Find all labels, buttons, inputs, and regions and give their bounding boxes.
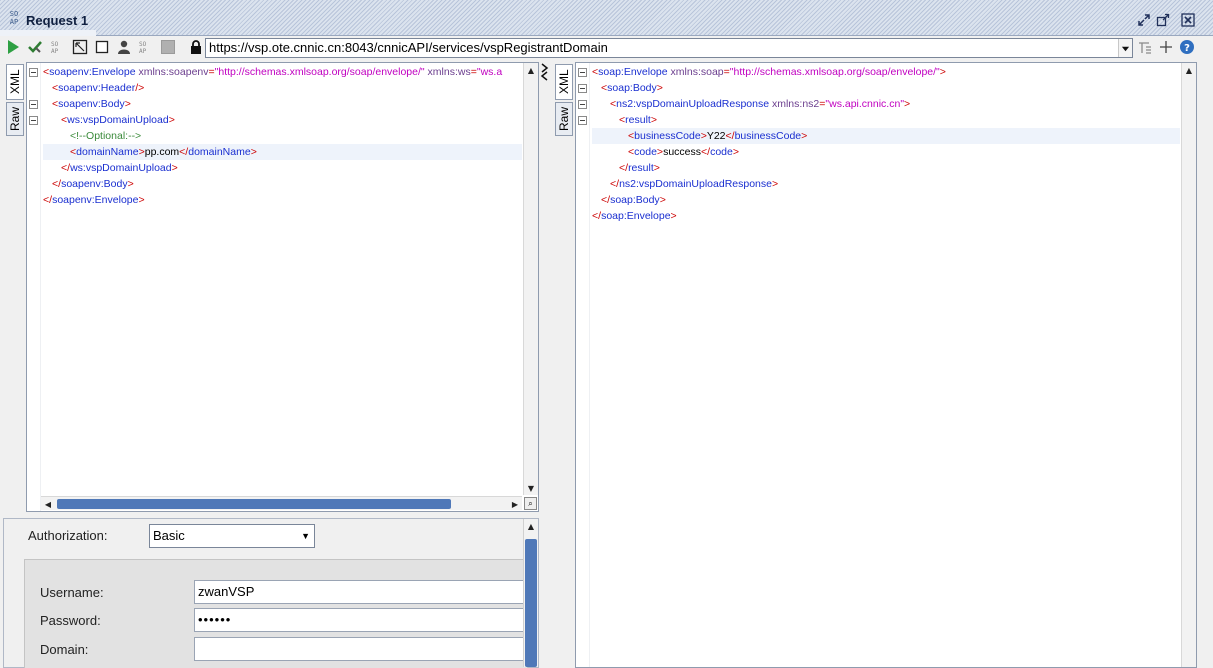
- authorization-select[interactable]: Basic ▼: [149, 524, 315, 548]
- help-icon[interactable]: ?: [1179, 39, 1195, 55]
- request-xml-line: <!--Optional:-->: [70, 130, 142, 142]
- password-field[interactable]: ••••••: [194, 608, 530, 632]
- svg-text:AP: AP: [51, 48, 59, 55]
- chevron-down-icon: ▼: [301, 531, 310, 541]
- auth-panel: Authorization: Basic ▼ Username: zwanVSP…: [3, 518, 539, 668]
- maximize-icon[interactable]: [1155, 12, 1171, 28]
- endpoint-url-text: https://vsp.ote.cnnic.cn:8043/cnnicAPI/s…: [209, 40, 608, 55]
- request-gutter: [27, 63, 41, 511]
- authorization-label: Authorization:: [28, 528, 108, 543]
- response-xml-line: </soap:Envelope>: [592, 210, 677, 222]
- scroll-down-icon[interactable]: ▼: [524, 481, 538, 495]
- window-title: Request 1: [26, 13, 89, 28]
- fold-toggle-icon[interactable]: [578, 100, 587, 109]
- splitter[interactable]: [540, 60, 550, 668]
- restore-icon[interactable]: [1136, 12, 1152, 28]
- response-vertical-scrollbar[interactable]: ▲: [1181, 63, 1196, 667]
- zoom-icon[interactable]: ⌕: [524, 497, 537, 510]
- request-xml-line: <domainName>pp.com</domainName>: [43, 144, 522, 160]
- fold-toggle-icon[interactable]: [578, 116, 587, 125]
- scroll-thumb[interactable]: [57, 499, 451, 509]
- username-field[interactable]: zwanVSP: [194, 580, 530, 604]
- request-horizontal-scrollbar[interactable]: ◀ ▶: [41, 496, 522, 510]
- lock-icon: [188, 39, 204, 55]
- request-xml-line: <soapenv:Envelope xmlns:soapenv="http://…: [43, 66, 503, 78]
- close-icon[interactable]: [1180, 12, 1196, 28]
- request-editor[interactable]: <soapenv:Envelope xmlns:soapenv="http://…: [26, 62, 539, 512]
- endpoint-url-field[interactable]: https://vsp.ote.cnnic.cn:8043/cnnicAPI/s…: [205, 38, 1133, 58]
- request-xml-content[interactable]: <soapenv:Envelope xmlns:soapenv="http://…: [43, 64, 522, 208]
- svg-text:SO: SO: [51, 41, 59, 48]
- request-xml-line: </soapenv:Envelope>: [43, 194, 145, 206]
- fold-toggle-icon[interactable]: [29, 100, 38, 109]
- scroll-up-icon[interactable]: ▲: [524, 519, 538, 533]
- response-xml-line: <soap:Envelope xmlns:soap="http://schema…: [592, 66, 946, 78]
- endpoint-icon[interactable]: SO AP: [50, 39, 66, 55]
- user-icon[interactable]: [116, 39, 132, 55]
- request-xml-line: <soapenv:Header/>: [52, 82, 145, 94]
- wss-icon[interactable]: SO AP: [138, 39, 154, 55]
- scroll-left-icon[interactable]: ◀: [41, 497, 55, 511]
- response-editor[interactable]: <soap:Envelope xmlns:soap="http://schema…: [575, 62, 1197, 668]
- credentials-box: Username: zwanVSP Password: •••••• Domai…: [24, 559, 530, 668]
- response-xml-line: </ns2:vspDomainUploadResponse>: [610, 178, 779, 190]
- username-label: Username:: [40, 585, 104, 600]
- scroll-thumb[interactable]: [525, 539, 537, 667]
- domain-field[interactable]: [194, 637, 530, 661]
- collapse-arrows-icon: [540, 63, 549, 81]
- response-xml-line: <businessCode>Y22</businessCode>: [592, 128, 1180, 144]
- add-icon[interactable]: [1158, 39, 1174, 55]
- soap-icon: SO AP: [9, 10, 19, 26]
- svg-text:SO: SO: [139, 41, 147, 48]
- title-bar: SO AP Request 1: [0, 0, 1213, 36]
- auth-vertical-scrollbar[interactable]: ▲: [523, 519, 538, 667]
- response-xml-tab[interactable]: XML: [555, 64, 573, 100]
- password-label: Password:: [40, 613, 101, 628]
- response-xml-line: </soap:Body>: [601, 194, 666, 206]
- response-xml-line: <result>: [619, 114, 657, 126]
- response-xml-line: <ns2:vspDomainUploadResponse xmlns:ns2="…: [610, 98, 911, 110]
- fold-toggle-icon[interactable]: [578, 84, 587, 93]
- gray-box-icon[interactable]: [160, 39, 176, 55]
- request-xml-line: <soapenv:Body>: [52, 98, 131, 110]
- request-vertical-scrollbar[interactable]: ▲ ▼: [523, 63, 538, 495]
- run-icon[interactable]: [5, 39, 21, 55]
- authorization-value: Basic: [153, 528, 185, 543]
- fold-toggle-icon[interactable]: [29, 116, 38, 125]
- request-xml-line: </soapenv:Body>: [52, 178, 134, 190]
- toolbar: SO AP SO AP https://vsp.ote.cnnic.cn:8043/…: [0, 36, 1213, 58]
- response-xml-line: <soap:Body>: [601, 82, 663, 94]
- scroll-right-icon[interactable]: ▶: [508, 497, 522, 511]
- format-icon[interactable]: [72, 39, 88, 55]
- stop-icon[interactable]: [94, 39, 110, 55]
- request-raw-tab[interactable]: Raw: [6, 102, 24, 136]
- svg-text:?: ?: [1184, 43, 1190, 54]
- request-xml-line: </ws:vspDomainUpload>: [61, 162, 178, 174]
- scroll-up-icon[interactable]: ▲: [524, 63, 538, 77]
- fold-toggle-icon[interactable]: [578, 68, 587, 77]
- response-xml-content[interactable]: <soap:Envelope xmlns:soap="http://schema…: [592, 64, 1180, 224]
- attach-icon[interactable]: [1137, 39, 1153, 55]
- fold-toggle-icon[interactable]: [29, 68, 38, 77]
- response-xml-line: </result>: [619, 162, 660, 174]
- svg-text:AP: AP: [139, 48, 147, 55]
- response-gutter: [576, 63, 590, 667]
- validate-icon[interactable]: [27, 39, 43, 55]
- request-xml-tab[interactable]: XML: [6, 64, 24, 100]
- scroll-up-icon[interactable]: ▲: [1182, 63, 1196, 77]
- response-xml-line: <code>success</code>: [628, 146, 739, 158]
- chevron-down-icon[interactable]: [1118, 39, 1132, 57]
- request-xml-line: <ws:vspDomainUpload>: [61, 114, 175, 126]
- domain-label: Domain:: [40, 642, 89, 657]
- response-raw-tab[interactable]: Raw: [555, 102, 573, 136]
